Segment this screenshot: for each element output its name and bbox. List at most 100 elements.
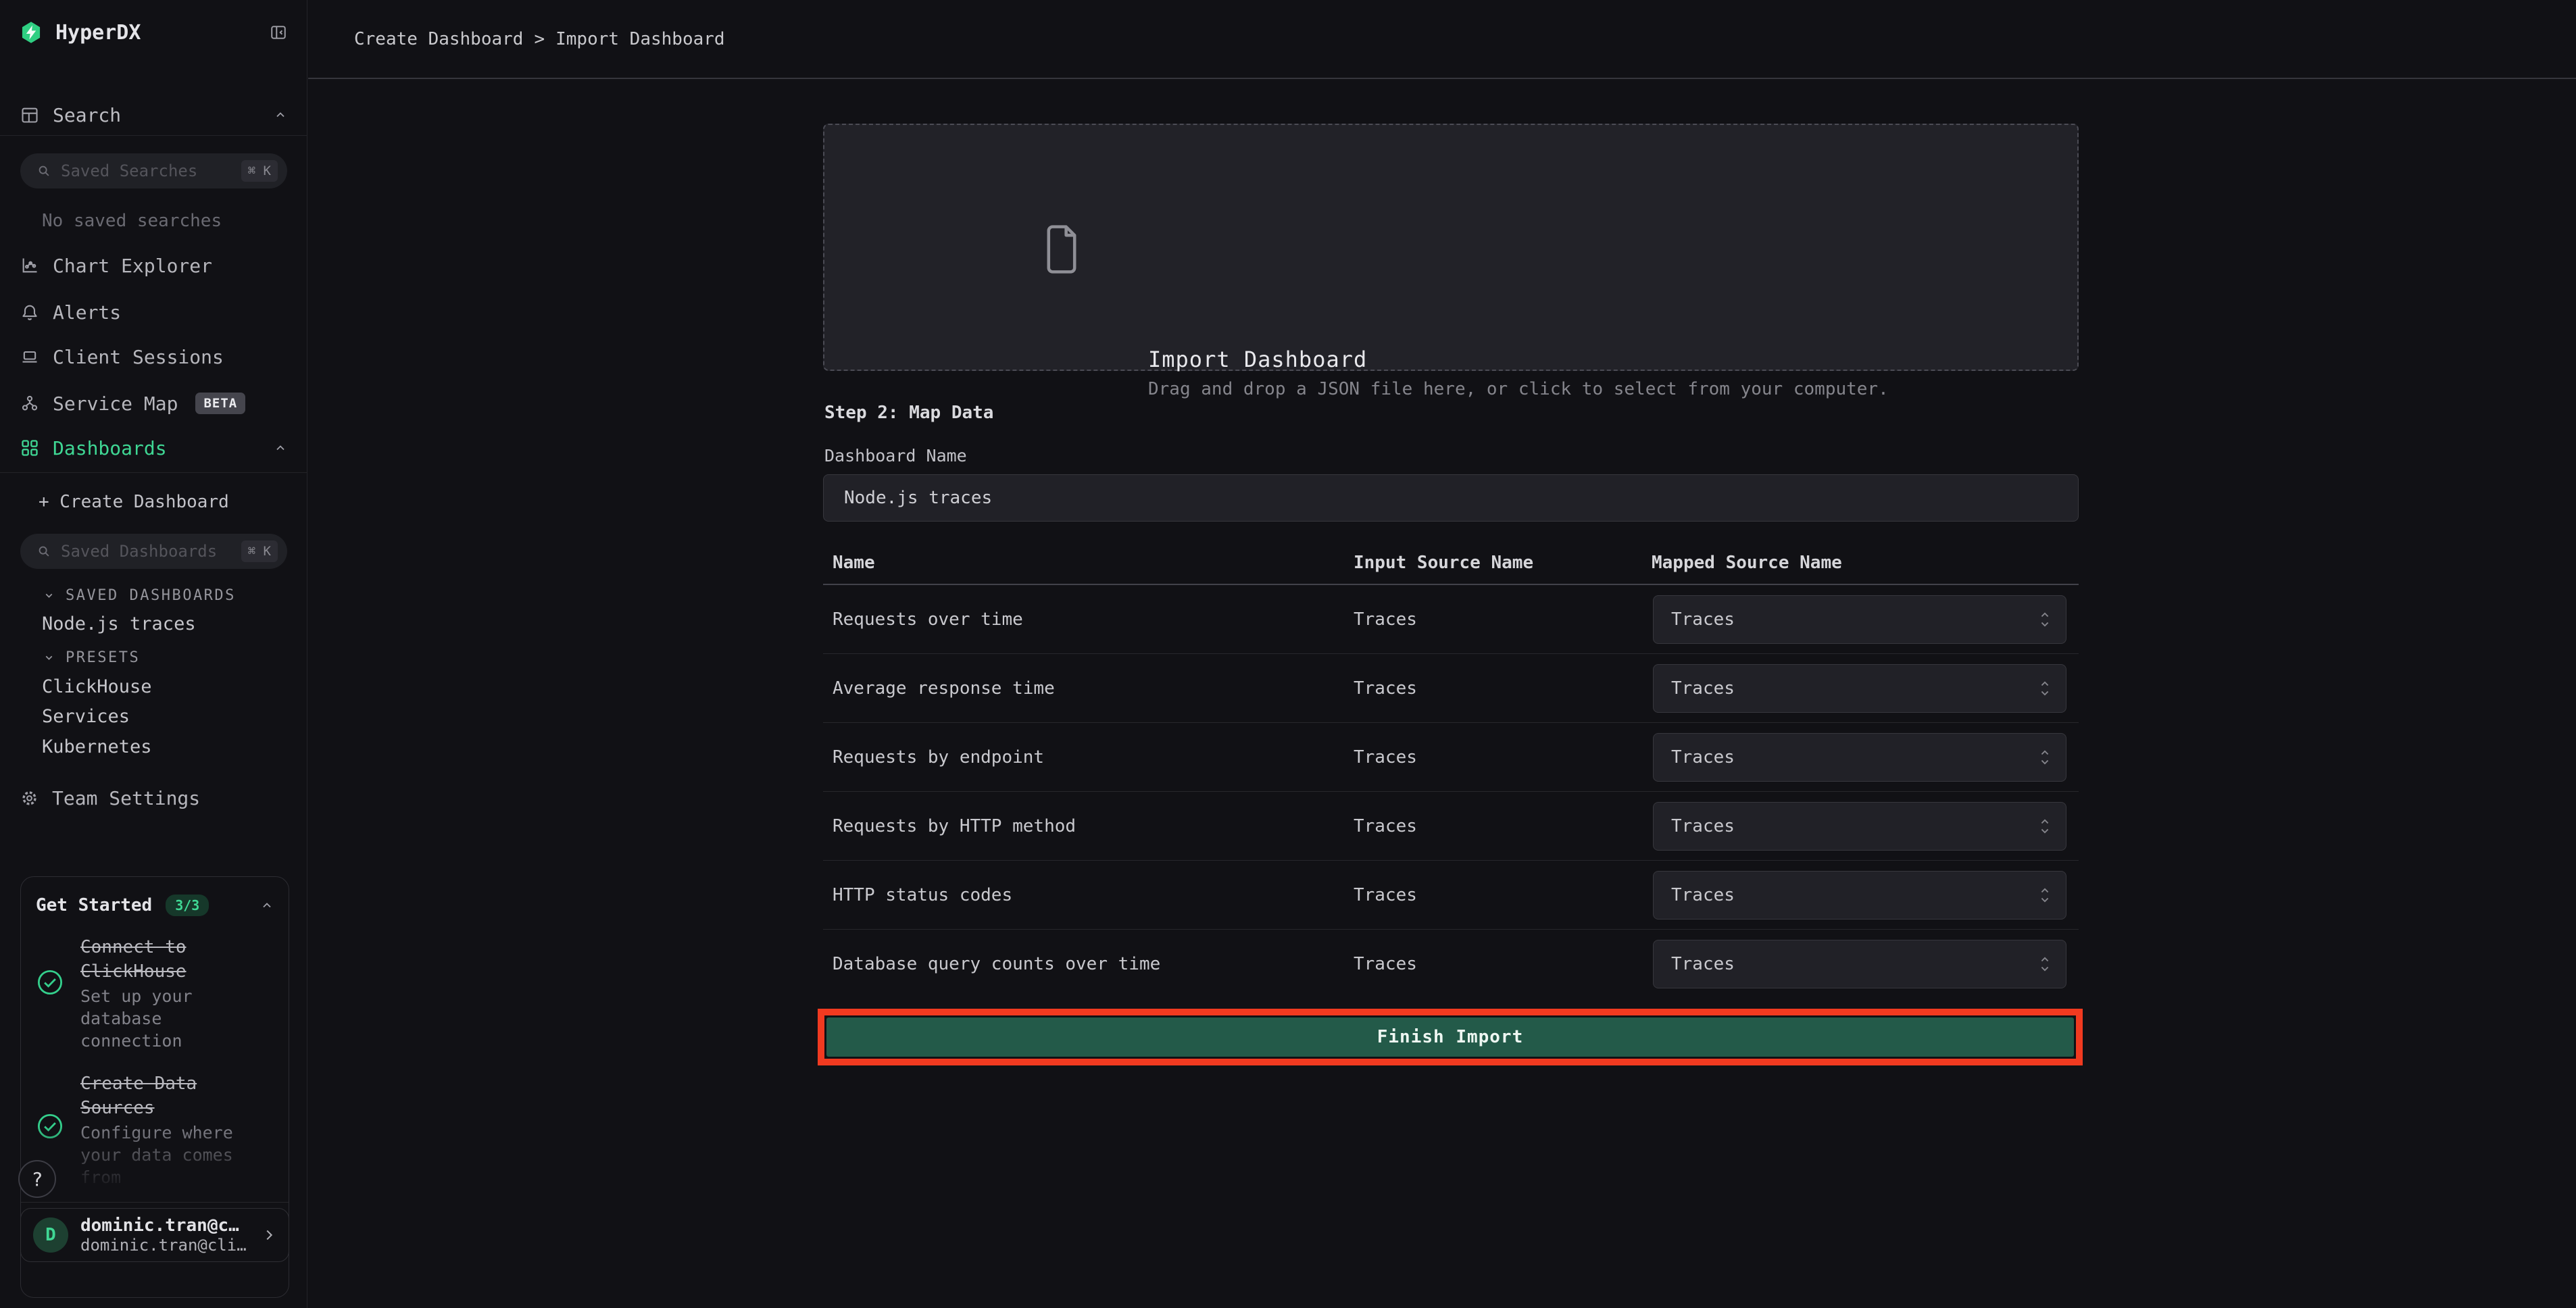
annotation-highlight-box: Finish Import bbox=[818, 1009, 2083, 1065]
step-label: Step 2: Map Data bbox=[824, 403, 993, 423]
row-name: Requests by HTTP method bbox=[833, 792, 1076, 861]
mapped-source-select[interactable]: Traces bbox=[1653, 871, 2066, 920]
sidebar-item-team-settings[interactable]: Team Settings bbox=[0, 784, 307, 811]
user-email: dominic.tran@cli… bbox=[80, 1236, 262, 1255]
sidebar-section-search[interactable]: Search bbox=[0, 95, 307, 135]
breadcrumb-create-dashboard[interactable]: Create Dashboard bbox=[354, 29, 523, 49]
search-icon bbox=[36, 164, 51, 178]
user-name: dominic.tran@c… bbox=[80, 1215, 262, 1236]
dashboard-name-value: Node.js traces bbox=[844, 488, 992, 508]
table-row: Requests by endpoint Traces Traces bbox=[823, 723, 2079, 792]
saved-dashboards-input[interactable]: Saved Dashboards ⌘ K bbox=[20, 534, 287, 569]
breadcrumb-separator: > bbox=[534, 29, 545, 49]
chevron-down-icon bbox=[43, 652, 55, 663]
saved-dashboards-group[interactable]: SAVED DASHBOARDS bbox=[43, 582, 236, 608]
sidebar: HyperDX Search Saved Searches ⌘ K No sav… bbox=[0, 0, 307, 1308]
app-title: HyperDX bbox=[55, 21, 270, 45]
preset-item-kubernetes[interactable]: Kubernetes bbox=[42, 734, 152, 759]
dashboards-icon bbox=[20, 438, 39, 457]
sidebar-item-dashboards[interactable]: Dashboards bbox=[0, 434, 307, 461]
divider bbox=[21, 1202, 289, 1203]
selected-value: Traces bbox=[1671, 954, 1735, 974]
mapped-source-select[interactable]: Traces bbox=[1653, 664, 2066, 713]
sidebar-item-label: Service Map bbox=[53, 393, 178, 415]
finish-import-button[interactable]: Finish Import bbox=[826, 1017, 2074, 1057]
sidebar-item-alerts[interactable]: Alerts bbox=[0, 299, 307, 326]
user-account-card[interactable]: D dominic.tran@c… dominic.tran@cli… bbox=[20, 1208, 289, 1262]
sidebar-item-label: Dashboards bbox=[53, 437, 167, 459]
row-name: Requests by endpoint bbox=[833, 723, 1044, 792]
sidebar-item-label: Chart Explorer bbox=[53, 255, 212, 277]
import-dropzone[interactable]: Import Dashboard Drag and drop a JSON fi… bbox=[823, 124, 2079, 371]
divider bbox=[0, 135, 307, 136]
dashboard-name-input[interactable]: Node.js traces bbox=[823, 474, 2079, 522]
sidebar-item-chart-explorer[interactable]: Chart Explorer bbox=[0, 252, 307, 279]
presets-group[interactable]: PRESETS bbox=[43, 645, 140, 670]
row-input-source: Traces bbox=[1354, 861, 1417, 930]
gear-icon bbox=[20, 789, 39, 807]
mapping-table: Requests over time Traces Traces Average… bbox=[823, 585, 2079, 999]
app-root: HyperDX Search Saved Searches ⌘ K No sav… bbox=[0, 0, 2576, 1308]
select-chevrons-icon bbox=[2037, 678, 2052, 699]
mapped-source-select[interactable]: Traces bbox=[1653, 802, 2066, 851]
preset-item-services[interactable]: Services bbox=[42, 704, 130, 728]
row-name: Requests over time bbox=[833, 585, 1023, 654]
hyperdx-logo-icon bbox=[20, 21, 42, 44]
help-button[interactable]: ? bbox=[18, 1160, 56, 1198]
column-header-mapped-source: Mapped Source Name bbox=[1652, 551, 1842, 575]
row-input-source: Traces bbox=[1354, 930, 1417, 999]
dropzone-subtitle: Drag and drop a JSON file here, or click… bbox=[1148, 379, 1889, 399]
table-row: Requests by HTTP method Traces Traces bbox=[823, 792, 2079, 861]
table-row: HTTP status codes Traces Traces bbox=[823, 861, 2079, 930]
beta-badge: BETA bbox=[195, 393, 245, 414]
sidebar-item-client-sessions[interactable]: Client Sessions bbox=[0, 343, 307, 370]
selected-value: Traces bbox=[1671, 609, 1735, 630]
main-content: Import Dashboard Drag and drop a JSON fi… bbox=[823, 0, 2079, 1308]
row-name: HTTP status codes bbox=[833, 861, 1012, 930]
table-row: Average response time Traces Traces bbox=[823, 654, 2079, 723]
selected-value: Traces bbox=[1671, 885, 1735, 905]
select-chevrons-icon bbox=[2037, 609, 2052, 630]
search-section-icon bbox=[20, 105, 39, 124]
laptop-icon bbox=[20, 347, 39, 366]
mapped-source-select[interactable]: Traces bbox=[1653, 733, 2066, 782]
selected-value: Traces bbox=[1671, 678, 1735, 699]
get-started-item[interactable]: Connect to ClickHouse Set up your databa… bbox=[80, 935, 249, 1052]
dashboard-item-nodejs-traces[interactable]: Node.js traces bbox=[42, 611, 196, 636]
saved-searches-input[interactable]: Saved Searches ⌘ K bbox=[20, 153, 287, 188]
check-circle-icon bbox=[36, 968, 64, 997]
select-chevrons-icon bbox=[2037, 816, 2052, 836]
sidebar-item-label: Alerts bbox=[53, 301, 121, 324]
mapped-source-select[interactable]: Traces bbox=[1653, 940, 2066, 988]
row-input-source: Traces bbox=[1354, 792, 1417, 861]
chevron-up-icon bbox=[274, 108, 287, 122]
no-saved-searches-text: No saved searches bbox=[42, 211, 222, 231]
row-name: Database query counts over time bbox=[833, 930, 1160, 999]
create-dashboard-button[interactable]: + Create Dashboard bbox=[39, 488, 229, 515]
selected-value: Traces bbox=[1671, 747, 1735, 768]
selected-value: Traces bbox=[1671, 816, 1735, 836]
get-started-item-desc: Set up your database connection bbox=[80, 985, 249, 1052]
breadcrumb-import-dashboard[interactable]: Import Dashboard bbox=[555, 29, 724, 49]
column-header-input-source: Input Source Name bbox=[1354, 551, 1533, 575]
sidebar-item-service-map[interactable]: Service Map BETA bbox=[0, 390, 307, 417]
logo-row: HyperDX bbox=[0, 0, 307, 65]
row-input-source: Traces bbox=[1354, 723, 1417, 792]
group-label: PRESETS bbox=[66, 649, 140, 666]
help-label: ? bbox=[32, 1168, 43, 1190]
chevron-up-icon[interactable] bbox=[260, 899, 274, 912]
sidebar-item-label: Client Sessions bbox=[53, 346, 224, 368]
preset-item-clickhouse[interactable]: ClickHouse bbox=[42, 674, 152, 699]
column-header-name: Name bbox=[833, 551, 875, 575]
table-row: Requests over time Traces Traces bbox=[823, 585, 2079, 654]
get-started-item-title: Create Data Sources bbox=[80, 1072, 249, 1120]
dropzone-title: Import Dashboard bbox=[1148, 347, 1367, 372]
file-icon bbox=[1040, 221, 1083, 278]
divider bbox=[0, 472, 307, 473]
select-chevrons-icon bbox=[2037, 747, 2052, 768]
chevron-right-icon bbox=[262, 1228, 276, 1242]
mapped-source-select[interactable]: Traces bbox=[1653, 595, 2066, 644]
sidebar-item-label: Team Settings bbox=[52, 787, 200, 809]
collapse-sidebar-icon[interactable] bbox=[270, 24, 287, 41]
chart-explorer-icon bbox=[20, 256, 39, 275]
